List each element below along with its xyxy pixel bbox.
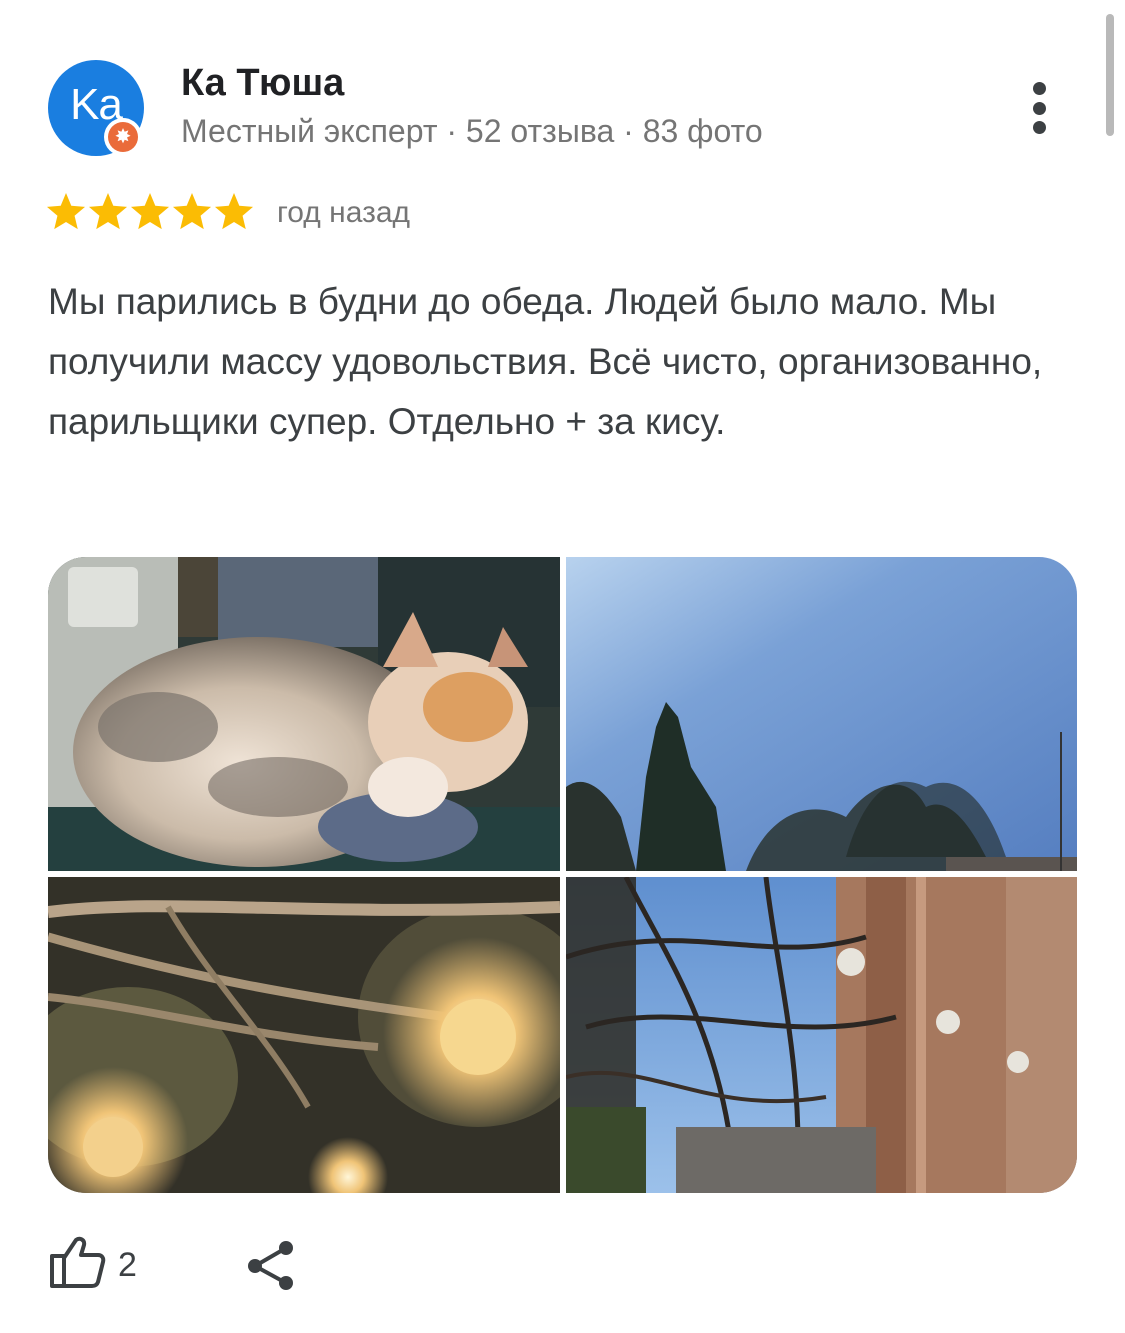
more-dot	[1033, 102, 1046, 115]
badge-glyph: ✸	[108, 122, 138, 152]
more-options-button[interactable]	[1020, 76, 1060, 140]
scrollbar[interactable]	[1106, 14, 1114, 136]
like-button[interactable]: 2	[48, 1234, 158, 1290]
review-text: Мы парились в будни до обеда. Людей было…	[48, 281, 1043, 442]
review-photo-sky[interactable]	[566, 557, 1077, 871]
author-meta: Местный эксперт · 52 отзыва · 83 фото	[181, 113, 763, 149]
cat-photo-icon	[48, 557, 560, 871]
star-icon	[88, 193, 128, 230]
local-expert-badge-icon: ✸	[104, 118, 142, 156]
review-photo-cat[interactable]	[48, 557, 560, 871]
star-icon	[46, 193, 86, 230]
lamps-photo-icon	[48, 877, 560, 1193]
review-photo-building[interactable]	[566, 877, 1077, 1193]
like-count: 2	[118, 1246, 137, 1284]
star-icon	[214, 193, 254, 230]
more-vertical-icon	[1033, 82, 1046, 95]
building-photo-icon	[566, 877, 1077, 1193]
star-icon	[172, 193, 212, 230]
review-photo-lamps[interactable]	[48, 877, 560, 1193]
star-icon	[130, 193, 170, 230]
share-button[interactable]	[244, 1238, 298, 1292]
thumbs-up-icon	[50, 1236, 106, 1288]
more-dot	[1033, 121, 1046, 134]
sky-photo-icon	[566, 557, 1077, 871]
photo-grid	[48, 557, 1077, 1193]
star-rating	[46, 193, 254, 230]
author-name[interactable]: Ка Тюша	[181, 62, 344, 105]
review-date: год назад	[277, 196, 411, 229]
share-icon	[248, 1241, 293, 1290]
